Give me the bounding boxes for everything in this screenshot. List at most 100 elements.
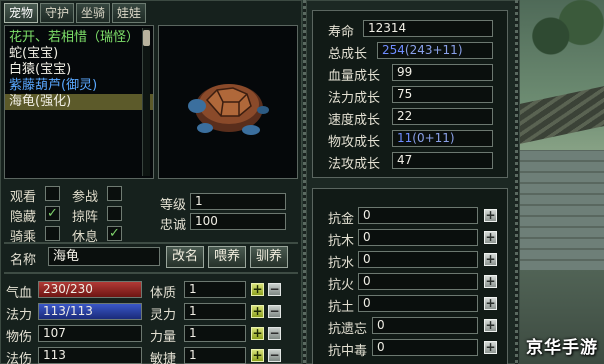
loyalty-label: 忠诚 bbox=[160, 218, 187, 233]
pet-name-input[interactable]: 海龟 bbox=[48, 247, 160, 266]
physical-attack-growth-number: 11 bbox=[397, 131, 413, 145]
speed-growth-label: 速度成长 bbox=[328, 113, 381, 128]
total-growth-detail: (243+11) bbox=[404, 43, 463, 57]
panel-edge-decoration bbox=[515, 0, 518, 364]
pet-list-item[interactable]: 白猿(宝宝) bbox=[5, 62, 153, 78]
tab-guardian[interactable]: 守护 bbox=[40, 3, 75, 23]
pet-model-view bbox=[158, 25, 298, 179]
agility-label: 敏捷 bbox=[150, 352, 177, 364]
flag-hide-label: 隐藏 bbox=[10, 210, 37, 225]
hp-growth-value: 99 bbox=[392, 64, 493, 81]
mp-bar: 113/113 bbox=[38, 303, 142, 320]
speed-growth-value: 22 bbox=[392, 108, 493, 125]
constitution-minus-icon[interactable]: − bbox=[268, 283, 281, 296]
lifespan-value: 12314 bbox=[363, 20, 493, 37]
pet-list-item[interactable]: 蛇(宝宝) bbox=[5, 46, 153, 62]
magic-damage-label: 法伤 bbox=[6, 352, 33, 364]
resist-water-value: 0 bbox=[358, 251, 478, 268]
resist-water-plus-icon[interactable]: + bbox=[484, 253, 497, 266]
watch-checkbox[interactable] bbox=[45, 186, 60, 201]
train-button[interactable]: 驯养 bbox=[250, 246, 288, 268]
panel-divider bbox=[4, 242, 298, 244]
resist-fire-label: 抗火 bbox=[328, 278, 355, 293]
tab-doll[interactable]: 娃娃 bbox=[112, 3, 147, 23]
panel-divider bbox=[4, 272, 298, 274]
flag-battle-label: 参战 bbox=[72, 190, 99, 205]
scenery-wall bbox=[520, 150, 604, 270]
pet-list: 花开、若相惜（瑞怪） 蛇(宝宝) 白猿(宝宝) 紫藤葫芦(御灵) 海龟(强化) bbox=[4, 25, 154, 179]
hp-label: 气血 bbox=[6, 286, 33, 301]
agility-minus-icon[interactable]: − bbox=[268, 349, 281, 362]
resist-poison-plus-icon[interactable]: + bbox=[484, 341, 497, 354]
scrollbar-thumb[interactable] bbox=[143, 30, 150, 46]
strength-label: 力量 bbox=[150, 330, 177, 345]
watermark-logo: 京华手游 bbox=[526, 338, 598, 358]
flag-watch-label: 观看 bbox=[10, 190, 37, 205]
total-growth-number: 254 bbox=[382, 43, 405, 57]
hide-checkbox[interactable]: ✓ bbox=[45, 206, 60, 221]
panel-edge-decoration bbox=[303, 0, 306, 364]
spirit-plus-icon[interactable]: + bbox=[251, 305, 264, 318]
hp-growth-label: 血量成长 bbox=[328, 69, 381, 84]
turtle-model-icon bbox=[188, 84, 269, 135]
spirit-minus-icon[interactable]: − bbox=[268, 305, 281, 318]
lifespan-label: 寿命 bbox=[328, 25, 355, 40]
resist-metal-plus-icon[interactable]: + bbox=[484, 209, 497, 222]
resist-forget-plus-icon[interactable]: + bbox=[484, 319, 497, 332]
mp-label: 法力 bbox=[6, 308, 33, 323]
resist-metal-label: 抗金 bbox=[328, 212, 355, 227]
flag-formation-label: 掠阵 bbox=[72, 210, 99, 225]
rest-checkbox[interactable]: ✓ bbox=[107, 226, 122, 241]
ride-checkbox[interactable] bbox=[45, 226, 60, 241]
scenery-trees bbox=[528, 0, 604, 90]
pet-list-item[interactable]: 紫藤葫芦(御灵) bbox=[5, 78, 153, 94]
strength-plus-icon[interactable]: + bbox=[251, 327, 264, 340]
loyalty-value: 100 bbox=[190, 213, 286, 230]
mp-growth-label: 法力成长 bbox=[328, 91, 381, 106]
pet-list-item[interactable]: 花开、若相惜（瑞怪） bbox=[5, 30, 153, 46]
spirit-label: 灵力 bbox=[150, 308, 177, 323]
rename-button[interactable]: 改名 bbox=[166, 246, 204, 268]
resist-wood-plus-icon[interactable]: + bbox=[484, 231, 497, 244]
total-growth-label: 总成长 bbox=[328, 47, 368, 62]
resist-fire-plus-icon[interactable]: + bbox=[484, 275, 497, 288]
constitution-plus-icon[interactable]: + bbox=[251, 283, 264, 296]
resist-water-label: 抗水 bbox=[328, 256, 355, 271]
scenery-roof bbox=[520, 86, 604, 144]
spirit-value: 1 bbox=[184, 303, 246, 320]
resist-earth-label: 抗土 bbox=[328, 300, 355, 315]
feed-button[interactable]: 喂养 bbox=[208, 246, 246, 268]
resist-poison-value: 0 bbox=[372, 339, 478, 356]
pet-list-scrollbar[interactable] bbox=[142, 28, 150, 176]
magic-attack-growth-value: 47 bbox=[392, 152, 493, 169]
resist-earth-value: 0 bbox=[358, 295, 478, 312]
resist-forget-label: 抗遗忘 bbox=[328, 322, 368, 337]
physical-damage-label: 物伤 bbox=[6, 330, 33, 345]
resist-poison-label: 抗中毒 bbox=[328, 344, 368, 359]
mp-growth-value: 75 bbox=[392, 86, 493, 103]
strength-minus-icon[interactable]: − bbox=[268, 327, 281, 340]
tab-bar: 宠物 守护 坐骑 娃娃 bbox=[4, 3, 147, 23]
physical-attack-growth-detail: (0+11) bbox=[412, 131, 455, 145]
tab-pet[interactable]: 宠物 bbox=[4, 3, 39, 23]
tab-mount[interactable]: 坐骑 bbox=[76, 3, 111, 23]
resist-earth-plus-icon[interactable]: + bbox=[484, 297, 497, 310]
physical-attack-growth-value: 11(0+11) bbox=[392, 130, 493, 147]
hp-bar: 230/230 bbox=[38, 281, 142, 298]
game-scenery bbox=[520, 0, 604, 364]
level-label: 等级 bbox=[160, 198, 187, 213]
resist-wood-label: 抗木 bbox=[328, 234, 355, 249]
strength-value: 1 bbox=[184, 325, 246, 342]
magic-attack-growth-label: 法攻成长 bbox=[328, 157, 381, 172]
constitution-value: 1 bbox=[184, 281, 246, 298]
formation-checkbox[interactable] bbox=[107, 206, 122, 221]
resist-fire-value: 0 bbox=[358, 273, 478, 290]
level-value: 1 bbox=[190, 193, 286, 210]
agility-plus-icon[interactable]: + bbox=[251, 349, 264, 362]
total-growth-value: 254(243+11) bbox=[377, 42, 493, 59]
pet-list-item-selected[interactable]: 海龟(强化) bbox=[5, 94, 153, 110]
pet-name-label: 名称 bbox=[10, 253, 37, 268]
resist-wood-value: 0 bbox=[358, 229, 478, 246]
physical-damage-value: 107 bbox=[38, 325, 142, 342]
battle-checkbox[interactable] bbox=[107, 186, 122, 201]
